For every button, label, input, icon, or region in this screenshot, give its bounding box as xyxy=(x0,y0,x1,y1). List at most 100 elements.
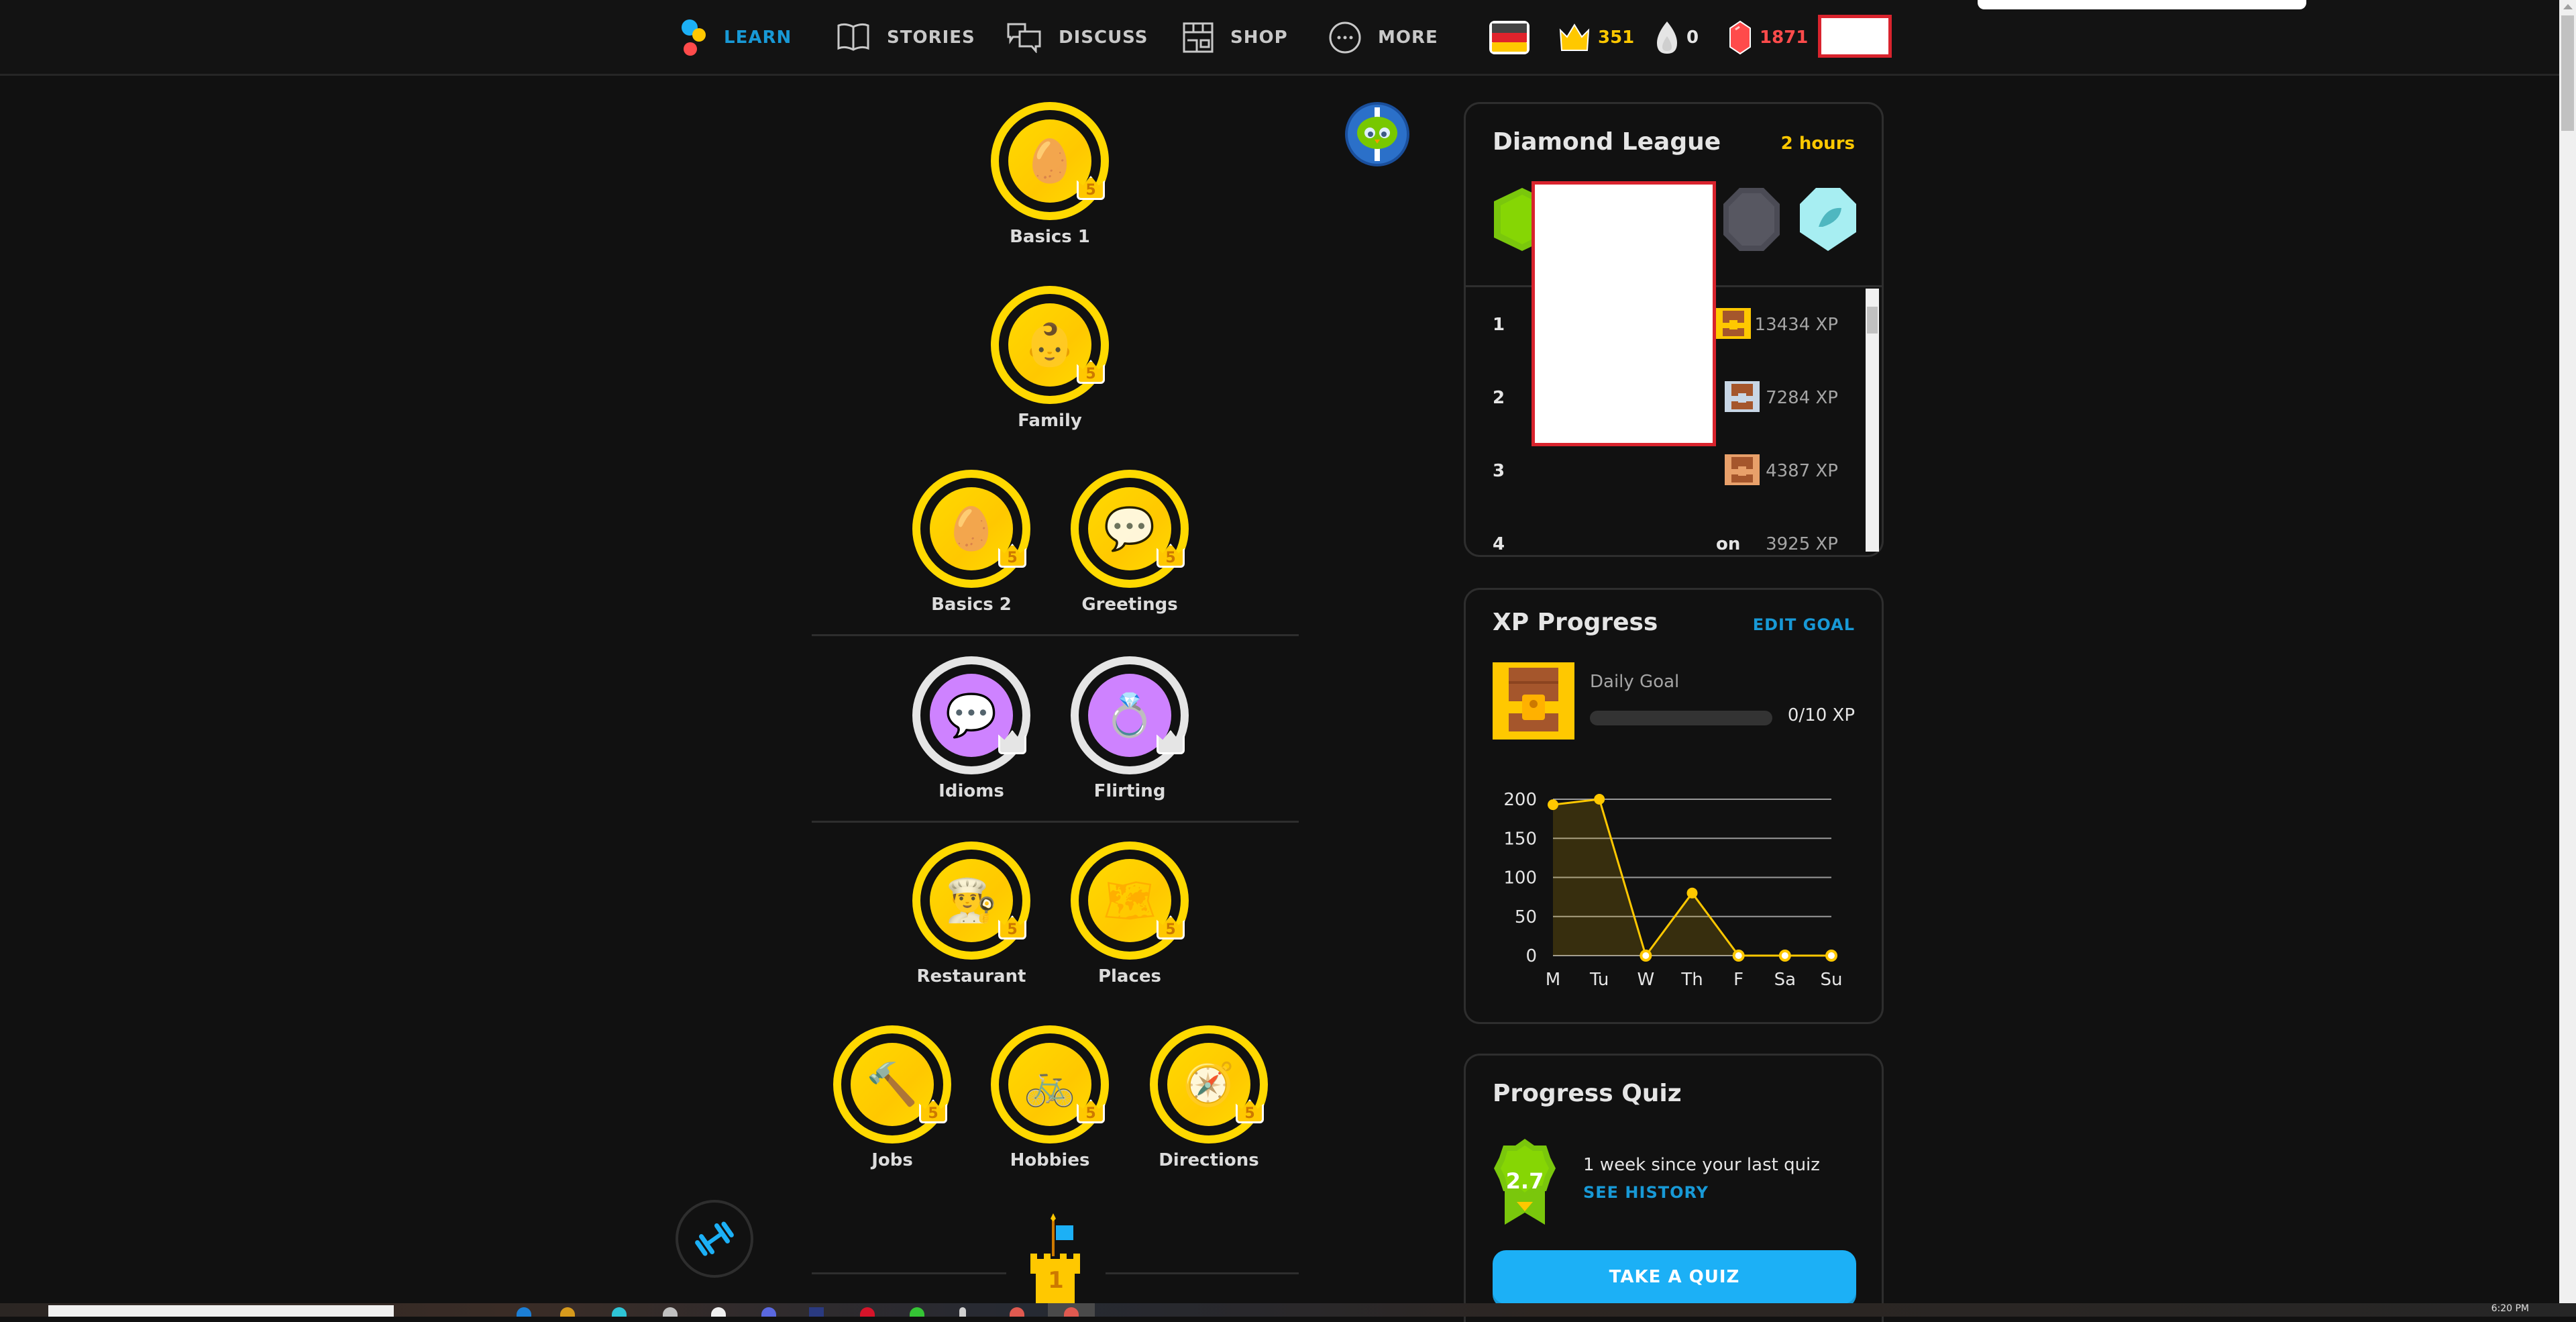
taskbar-app-icon[interactable] xyxy=(560,1307,575,1317)
daily-goal-progress-bar xyxy=(1590,711,1772,725)
redacted-profile-area[interactable] xyxy=(1818,15,1892,58)
taskbar-app-icon[interactable] xyxy=(910,1307,924,1317)
league-time-left: 2 hours xyxy=(1780,134,1855,154)
skill-glyph-icon: 🥚 xyxy=(945,504,998,553)
checkpoint-number: 1 xyxy=(1048,1267,1064,1294)
skill-restaurant[interactable]: 👨‍🍳 5 Restaurant xyxy=(908,842,1035,986)
nav-discuss[interactable]: DISCUSS xyxy=(1006,17,1148,58)
gems-counter[interactable]: 1871 xyxy=(1727,17,1808,58)
speech-bubbles-icon xyxy=(1007,23,1041,53)
leaderboard-scrollbar[interactable] xyxy=(1866,289,1879,552)
crowns-counter[interactable]: 351 xyxy=(1558,17,1634,58)
leaderboard-xp: 3925 XP xyxy=(1766,534,1838,554)
diamond-league-badge-icon[interactable] xyxy=(1799,187,1858,252)
taskbar-app-icon[interactable] xyxy=(959,1307,966,1317)
x-tick-label: Th xyxy=(1680,970,1703,990)
skill-jobs[interactable]: 🔨 5 Jobs xyxy=(828,1025,956,1170)
xp-data-point xyxy=(1686,887,1698,899)
streak-counter[interactable]: 0 xyxy=(1654,17,1699,58)
skill-progress-ring: 👶 5 xyxy=(991,286,1109,404)
see-history-link[interactable]: SEE HISTORY xyxy=(1583,1183,1709,1202)
xp-data-point xyxy=(1778,950,1791,962)
taskbar-app-icon[interactable] xyxy=(517,1307,531,1317)
page-scrollbar[interactable] xyxy=(2559,0,2576,1303)
section-divider xyxy=(812,821,1299,823)
skill-progress-ring: 🧭 5 xyxy=(1150,1025,1268,1143)
xp-weekly-chart: 0 50 100 150 200 M Tu W Th F Sa Su xyxy=(1503,790,1842,990)
xp-data-point xyxy=(1640,950,1652,962)
leaderboard-xp: 7284 XP xyxy=(1766,388,1838,408)
taskbar-app-icon[interactable] xyxy=(663,1307,678,1317)
taskbar-app-icon[interactable] xyxy=(1010,1307,1024,1317)
skill-progress-ring: 💬 5 xyxy=(1071,470,1189,588)
skill-label: Restaurant xyxy=(916,966,1026,986)
nav-more-label: MORE xyxy=(1378,28,1438,48)
checkpoint-castle[interactable]: 1 xyxy=(1029,1213,1083,1303)
taskbar-app-icon[interactable] xyxy=(809,1307,824,1317)
leaderboard-row[interactable]: 3 4387 XP xyxy=(1466,438,1865,505)
progress-quiz-title: Progress Quiz xyxy=(1493,1080,1682,1107)
skill-glyph-icon: 🚲 xyxy=(1024,1060,1076,1109)
skill-basics-2[interactable]: 🥚 5 Basics 2 xyxy=(908,470,1035,615)
taskbar-active-app[interactable] xyxy=(1048,1303,1095,1317)
dumbbell-icon xyxy=(695,1221,734,1256)
leaderboard-name: on xyxy=(1716,534,1741,554)
scroll-up-arrow-icon[interactable] xyxy=(2563,4,2573,9)
leaderboard-row[interactable]: 4 on 3925 XP xyxy=(1466,511,1865,578)
skill-progress-ring: 👨‍🍳 5 xyxy=(912,842,1030,960)
skill-basics-1[interactable]: 🥚 5 Basics 1 xyxy=(986,102,1114,247)
obsidian-league-badge-icon[interactable] xyxy=(1722,187,1781,252)
x-tick-label: Sa xyxy=(1774,970,1796,990)
skill-label: Basics 2 xyxy=(931,595,1012,615)
course-selector[interactable] xyxy=(1488,17,1531,58)
redacted-leaderboard-names xyxy=(1532,181,1716,446)
edit-goal-link[interactable]: EDIT GOAL xyxy=(1753,615,1855,634)
practice-button[interactable] xyxy=(676,1200,753,1278)
nav-learn[interactable]: LEARN xyxy=(681,17,792,58)
top-navigation-bar: LEARN STORIES DISCUSS SHOP MORE 351 0 18… xyxy=(0,0,2559,76)
page-scrollbar-thumb[interactable] xyxy=(2561,15,2574,131)
nav-stories[interactable]: STORIES xyxy=(836,17,975,58)
duo-mascot-avatar[interactable] xyxy=(1345,102,1409,166)
taskbar-app-icon[interactable] xyxy=(860,1307,875,1317)
taskbar-search-box[interactable] xyxy=(48,1305,394,1317)
skill-directions[interactable]: 🧭 5 Directions xyxy=(1145,1025,1273,1170)
ellipsis-circle-icon xyxy=(1329,21,1361,54)
taskbar-app-icon[interactable] xyxy=(761,1307,776,1317)
leaderboard-scrollbar-thumb[interactable] xyxy=(1867,307,1878,334)
white-popup-edge xyxy=(1978,0,2306,9)
skill-places[interactable]: 🗺 5 Places xyxy=(1066,842,1193,986)
y-tick-label: 0 xyxy=(1525,946,1537,966)
skill-progress-ring: 💍 xyxy=(1071,656,1189,774)
storefront-icon xyxy=(1183,22,1214,53)
checkpoint-divider-right xyxy=(1106,1272,1299,1274)
taskbar-app-icon[interactable] xyxy=(711,1307,726,1317)
crowns-count: 351 xyxy=(1598,28,1635,48)
skill-glyph-icon: 🗺 xyxy=(1103,876,1157,925)
skill-hobbies[interactable]: 🚲 5 Hobbies xyxy=(986,1025,1114,1170)
skill-label: Hobbies xyxy=(1010,1150,1090,1170)
crown-icon xyxy=(1559,23,1590,51)
skill-idioms[interactable]: 💬 Idioms xyxy=(908,656,1035,801)
skill-greetings[interactable]: 💬 5 Greetings xyxy=(1066,470,1193,615)
nav-shop[interactable]: SHOP xyxy=(1182,17,1288,58)
skill-progress-ring: 🥚 5 xyxy=(991,102,1109,220)
y-tick-label: 200 xyxy=(1503,790,1537,810)
nav-stories-label: STORIES xyxy=(887,28,975,48)
quiz-score: 2.7 xyxy=(1505,1168,1544,1194)
leaderboard-rank: 4 xyxy=(1493,534,1505,554)
leaderboard-rank: 3 xyxy=(1493,461,1505,481)
os-taskbar: 6:20 PM xyxy=(0,1303,2576,1317)
skill-flirting[interactable]: 💍 Flirting xyxy=(1066,656,1193,801)
quiz-since-text: 1 week since your last quiz xyxy=(1583,1155,1820,1175)
y-tick-label: 50 xyxy=(1515,907,1537,927)
x-tick-label: Tu xyxy=(1589,970,1609,990)
nav-more[interactable]: MORE xyxy=(1328,17,1438,58)
checkpoint-divider-left xyxy=(812,1272,1006,1274)
take-a-quiz-button[interactable]: TAKE A QUIZ xyxy=(1493,1250,1856,1304)
streak-count: 0 xyxy=(1686,28,1699,48)
skill-family[interactable]: 👶 5 Family xyxy=(986,286,1114,431)
skill-label: Greetings xyxy=(1081,595,1178,615)
daily-goal-value: 0/10 XP xyxy=(1787,705,1855,725)
taskbar-app-icon[interactable] xyxy=(612,1307,627,1317)
